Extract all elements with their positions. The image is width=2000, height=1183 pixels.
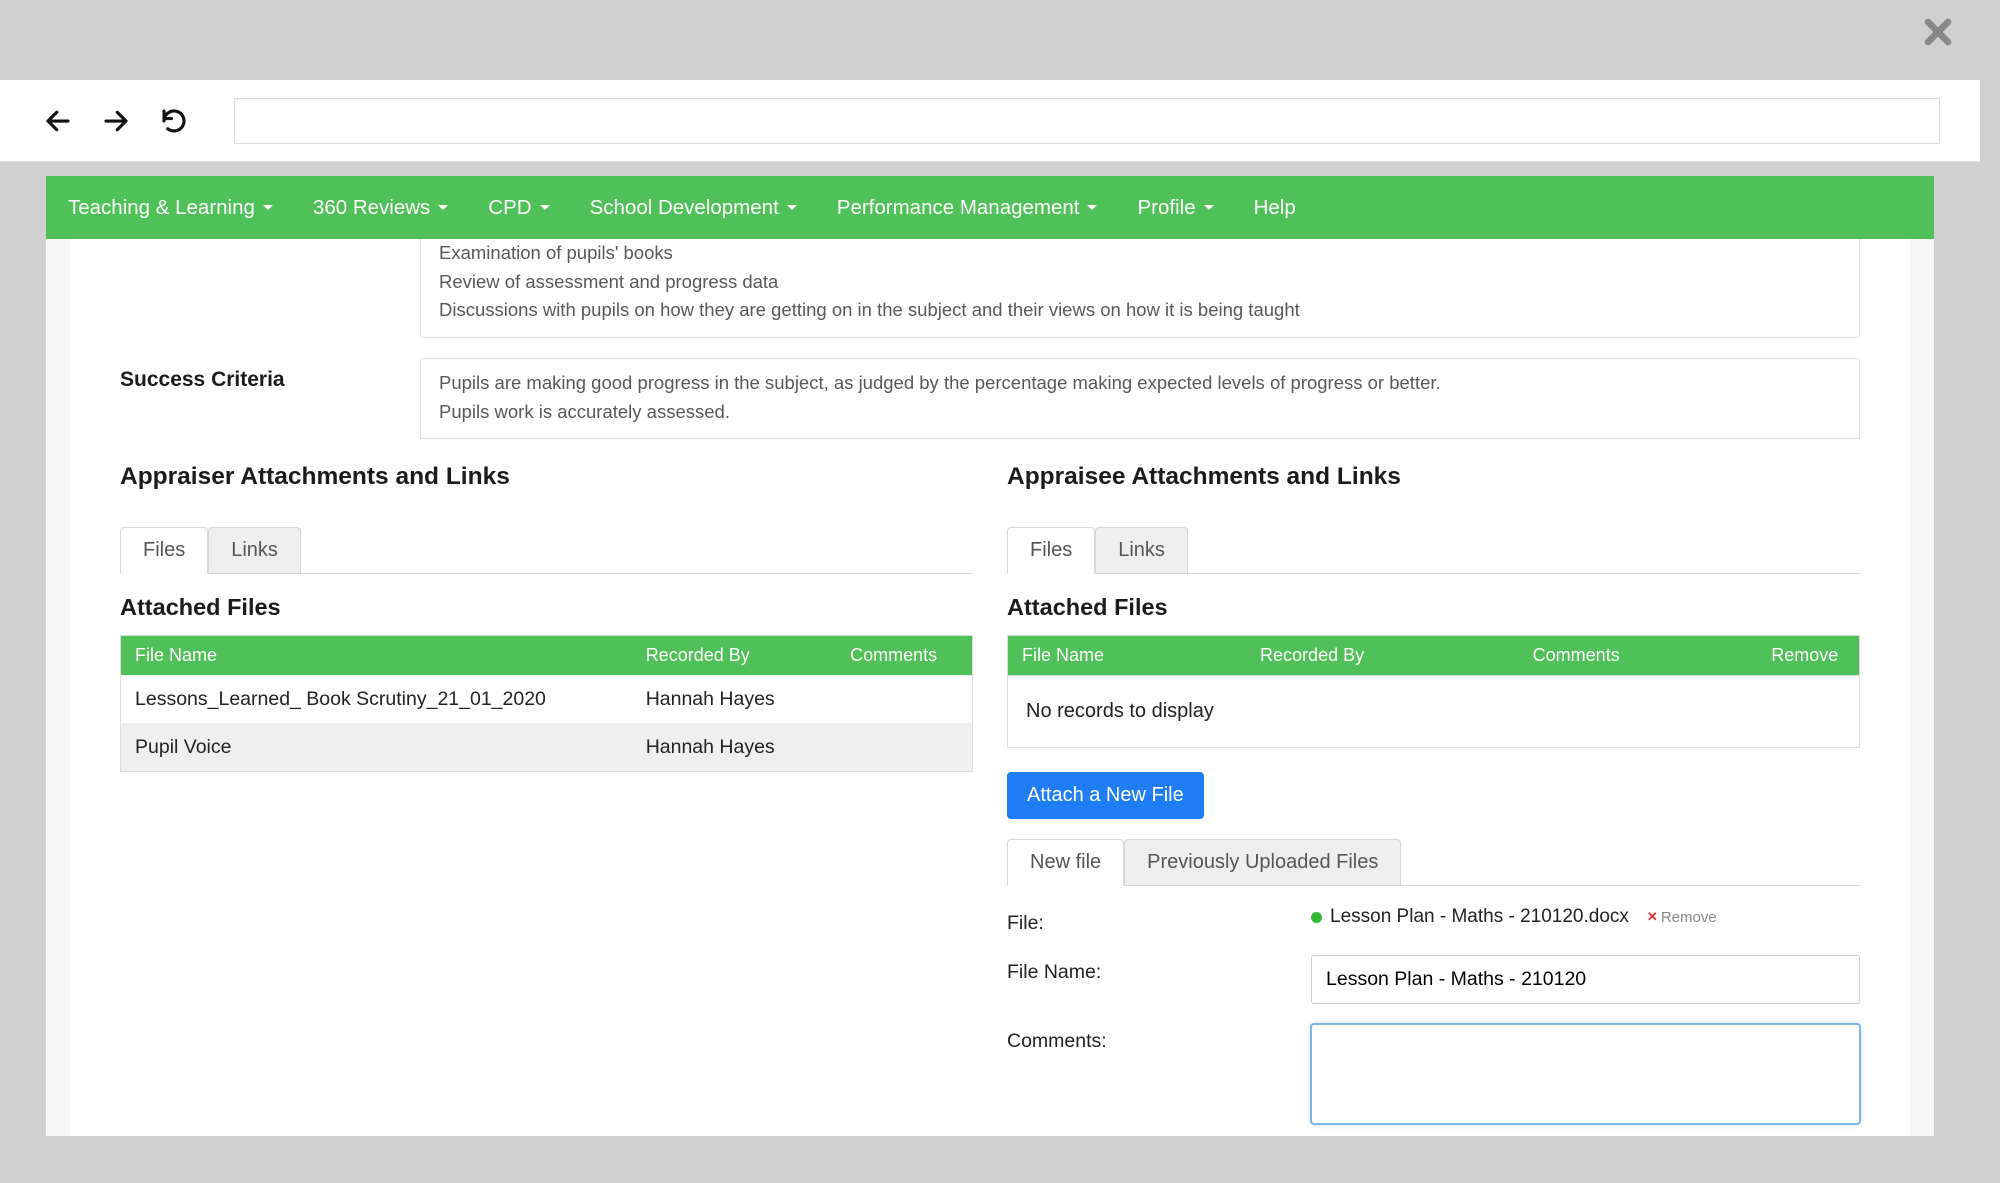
col-file-name: File Name bbox=[121, 636, 632, 676]
top-nav: Teaching & Learning 360 Reviews CPD Scho… bbox=[46, 176, 1934, 239]
forward-icon[interactable] bbox=[98, 103, 134, 139]
filename-row: File Name: bbox=[1007, 955, 1860, 1004]
tab-new-file[interactable]: New file bbox=[1007, 839, 1124, 886]
nav-performance-management[interactable]: Performance Management bbox=[837, 196, 1098, 220]
remove-file-link[interactable]: ✕ Remove bbox=[1647, 909, 1717, 926]
success-criteria-text: Pupils are making good progress in the s… bbox=[439, 361, 1841, 398]
attached-files-heading: Attached Files bbox=[1007, 594, 1860, 621]
tab-links[interactable]: Links bbox=[1095, 527, 1188, 573]
appraiser-tabs: Files Links bbox=[120, 527, 973, 574]
nav-profile[interactable]: Profile bbox=[1137, 196, 1213, 220]
chevron-down-icon bbox=[1204, 205, 1214, 210]
tab-files[interactable]: Files bbox=[1007, 527, 1095, 574]
cell-file-name: Pupil Voice bbox=[121, 724, 632, 772]
appraisee-files-table: File Name Recorded By Comments Remove bbox=[1007, 635, 1860, 676]
appraisee-tabs: Files Links bbox=[1007, 527, 1860, 574]
success-criteria-text: Pupils work is accurately assessed. bbox=[439, 398, 1841, 427]
nav-item-label: 360 Reviews bbox=[313, 196, 430, 220]
evaluation-text: Examination of pupils' books bbox=[439, 239, 1841, 268]
tab-links[interactable]: Links bbox=[208, 527, 301, 573]
content-area: Examination of pupils' books Review of a… bbox=[70, 239, 1910, 1136]
browser-toolbar bbox=[0, 80, 1980, 162]
file-label: File: bbox=[1007, 906, 1287, 935]
evaluation-text: Review of assessment and progress data bbox=[439, 268, 1841, 297]
table-row[interactable]: Lessons_Learned_ Book Scrutiny_21_01_202… bbox=[121, 676, 973, 724]
tab-files[interactable]: Files bbox=[120, 527, 208, 574]
appraiser-files-table: File Name Recorded By Comments Lessons_L… bbox=[120, 635, 973, 772]
refresh-icon[interactable] bbox=[156, 103, 192, 139]
uploaded-file-name: Lesson Plan - Maths - 210120.docx bbox=[1330, 906, 1629, 928]
filename-input[interactable] bbox=[1311, 955, 1860, 1004]
col-recorded-by: Recorded By bbox=[632, 636, 836, 676]
nav-360-reviews[interactable]: 360 Reviews bbox=[313, 196, 448, 220]
remove-text: Remove bbox=[1661, 909, 1717, 926]
nav-item-label: Performance Management bbox=[837, 196, 1080, 220]
col-remove: Remove bbox=[1757, 636, 1859, 676]
nav-school-development[interactable]: School Development bbox=[590, 196, 797, 220]
appraiser-column: Appraiser Attachments and Links Files Li… bbox=[120, 463, 973, 1129]
status-dot-icon bbox=[1311, 912, 1322, 923]
window-frame: Teaching & Learning 360 Reviews CPD Scho… bbox=[0, 0, 1980, 1140]
evaluation-row: Examination of pupils' books Review of a… bbox=[120, 239, 1860, 338]
uploaded-file-chip: Lesson Plan - Maths - 210120.docx ✕ Remo… bbox=[1311, 906, 1860, 928]
col-recorded-by: Recorded By bbox=[1246, 636, 1519, 676]
filename-label: File Name: bbox=[1007, 955, 1287, 1004]
chevron-down-icon bbox=[540, 205, 550, 210]
file-row: File: Lesson Plan - Maths - 210120.docx … bbox=[1007, 906, 1860, 935]
file-source-tabs: New file Previously Uploaded Files bbox=[1007, 839, 1860, 886]
comments-label: Comments: bbox=[1007, 1024, 1287, 1129]
nav-item-label: CPD bbox=[488, 196, 531, 220]
nav-teaching-learning[interactable]: Teaching & Learning bbox=[68, 196, 273, 220]
evaluation-box: Examination of pupils' books Review of a… bbox=[420, 239, 1860, 338]
chevron-down-icon bbox=[438, 205, 448, 210]
appraisee-heading: Appraisee Attachments and Links bbox=[1007, 463, 1860, 491]
attach-new-file-button[interactable]: Attach a New File bbox=[1007, 772, 1204, 819]
col-comments: Comments bbox=[1519, 636, 1758, 676]
back-icon[interactable] bbox=[40, 103, 76, 139]
nav-cpd[interactable]: CPD bbox=[488, 196, 549, 220]
appraisee-column: Appraisee Attachments and Links Files Li… bbox=[1007, 463, 1860, 1129]
close-icon[interactable] bbox=[1918, 12, 1958, 63]
nav-item-label: School Development bbox=[590, 196, 779, 220]
nav-item-label: Help bbox=[1254, 196, 1296, 220]
comments-textarea[interactable] bbox=[1311, 1024, 1860, 1124]
cell-recorded-by: Hannah Hayes bbox=[632, 724, 836, 772]
chevron-down-icon bbox=[787, 205, 797, 210]
remove-x-icon: ✕ bbox=[1647, 909, 1658, 925]
cell-comments bbox=[836, 676, 972, 724]
evaluation-label-hidden bbox=[120, 239, 380, 338]
success-criteria-row: Success Criteria Pupils are making good … bbox=[120, 358, 1860, 439]
attached-files-heading: Attached Files bbox=[120, 594, 973, 621]
chevron-down-icon bbox=[1087, 205, 1097, 210]
evaluation-text: Discussions with pupils on how they are … bbox=[439, 296, 1841, 325]
success-criteria-box: Pupils are making good progress in the s… bbox=[420, 358, 1860, 439]
cell-recorded-by: Hannah Hayes bbox=[632, 676, 836, 724]
comments-row: Comments: bbox=[1007, 1024, 1860, 1129]
no-records-message: No records to display bbox=[1007, 676, 1860, 748]
address-bar[interactable] bbox=[234, 98, 1940, 144]
col-file-name: File Name bbox=[1008, 636, 1247, 676]
nav-item-label: Teaching & Learning bbox=[68, 196, 255, 220]
cell-comments bbox=[836, 724, 972, 772]
tab-previously-uploaded[interactable]: Previously Uploaded Files bbox=[1124, 839, 1401, 885]
page-wrapper: Teaching & Learning 360 Reviews CPD Scho… bbox=[46, 176, 1934, 1136]
nav-help[interactable]: Help bbox=[1254, 196, 1296, 220]
success-criteria-label: Success Criteria bbox=[120, 358, 380, 439]
chevron-down-icon bbox=[263, 205, 273, 210]
table-row[interactable]: Pupil Voice Hannah Hayes bbox=[121, 724, 973, 772]
appraiser-heading: Appraiser Attachments and Links bbox=[120, 463, 973, 491]
nav-item-label: Profile bbox=[1137, 196, 1195, 220]
cell-file-name: Lessons_Learned_ Book Scrutiny_21_01_202… bbox=[121, 676, 632, 724]
col-comments: Comments bbox=[836, 636, 972, 676]
